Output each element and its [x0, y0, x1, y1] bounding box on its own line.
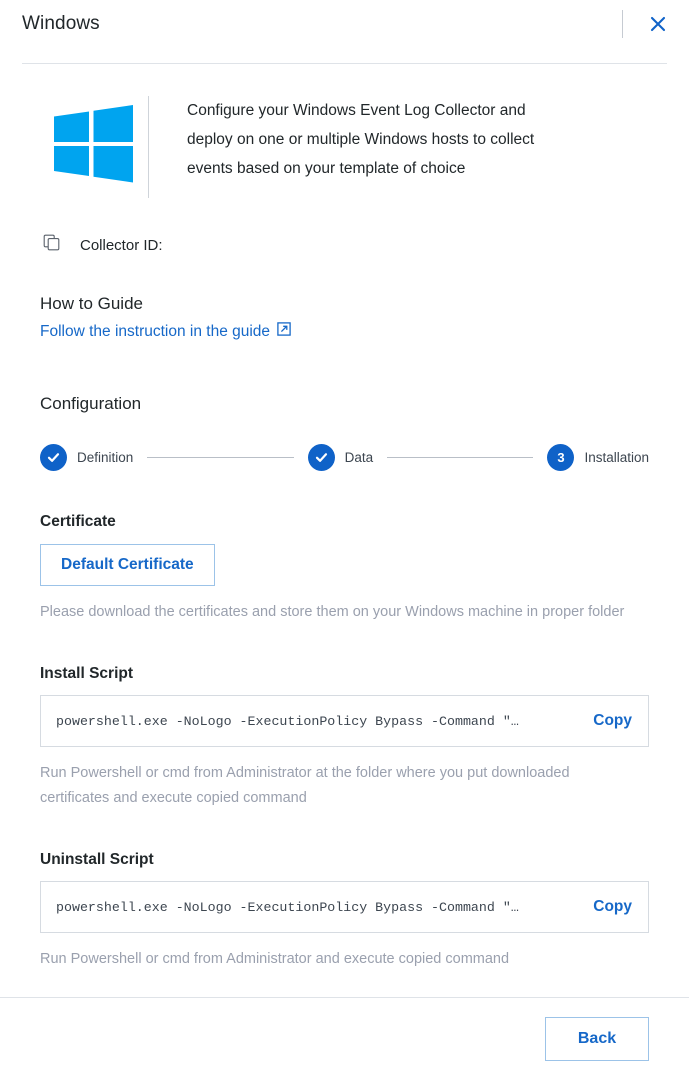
step-data[interactable]: Data — [307, 444, 374, 471]
modal-footer: Back — [0, 998, 689, 1079]
uninstall-script-heading: Uninstall Script — [40, 851, 154, 868]
how-to-guide-heading: How to Guide — [40, 294, 143, 313]
copy-icon[interactable] — [43, 234, 60, 256]
collector-id-row[interactable]: Collector ID: — [43, 234, 649, 256]
modal-body: Configure your Windows Event Log Collect… — [0, 64, 689, 972]
header-divider — [622, 10, 623, 38]
step-connector-1 — [147, 457, 294, 458]
step-data-label: Data — [344, 450, 374, 465]
configuration-heading: Configuration — [40, 394, 142, 413]
install-script-box[interactable]: powershell.exe -NoLogo -ExecutionPolicy … — [40, 695, 649, 747]
guide-link[interactable]: Follow the instruction in the guide — [40, 322, 291, 341]
install-script-copy-button[interactable]: Copy — [593, 712, 632, 730]
uninstall-script-section: Uninstall Script powershell.exe -NoLogo … — [40, 851, 649, 972]
configuration-section: Configuration Definition Data 3 Installa… — [40, 394, 649, 471]
certificate-helper-text: Please download the certificates and sto… — [40, 604, 625, 620]
windows-logo-icon — [40, 96, 148, 184]
intro-description: Configure your Windows Event Log Collect… — [187, 102, 535, 177]
certificate-section: Certificate Default Certificate Please d… — [40, 513, 649, 625]
how-to-guide-section: How to Guide Follow the instruction in t… — [40, 294, 649, 341]
install-script-section: Install Script powershell.exe -NoLogo -E… — [40, 665, 649, 811]
guide-link-label: Follow the instruction in the guide — [40, 322, 271, 340]
back-button[interactable]: Back — [545, 1016, 649, 1061]
step-definition-marker — [40, 444, 67, 471]
certificate-heading: Certificate — [40, 513, 116, 530]
collector-id-label: Collector ID: — [80, 236, 163, 254]
uninstall-script-command: powershell.exe -NoLogo -ExecutionPolicy … — [56, 899, 519, 915]
install-script-command: powershell.exe -NoLogo -ExecutionPolicy … — [56, 713, 519, 729]
intro-section: Configure your Windows Event Log Collect… — [40, 64, 649, 198]
step-installation-marker: 3 — [547, 444, 575, 471]
configuration-stepper: Definition Data 3 Installation — [40, 444, 649, 471]
modal-header: Windows — [0, 0, 689, 48]
step-definition-label: Definition — [77, 450, 134, 465]
close-icon[interactable] — [645, 11, 671, 37]
header-actions — [622, 6, 671, 42]
step-installation[interactable]: 3 Installation — [547, 444, 649, 471]
step-definition[interactable]: Definition — [40, 444, 133, 471]
uninstall-script-box[interactable]: powershell.exe -NoLogo -ExecutionPolicy … — [40, 881, 649, 933]
uninstall-script-copy-button[interactable]: Copy — [593, 898, 632, 916]
step-installation-label: Installation — [584, 450, 650, 465]
install-script-heading: Install Script — [40, 665, 134, 682]
page-title: Windows — [22, 13, 100, 34]
external-link-icon — [277, 322, 291, 341]
step-connector-2 — [387, 457, 534, 458]
uninstall-script-helper-text: Run Powershell or cmd from Administrator… — [40, 951, 510, 967]
install-script-helper-text: Run Powershell or cmd from Administrator… — [40, 765, 570, 806]
default-certificate-button[interactable]: Default Certificate — [40, 544, 215, 586]
step-data-marker — [307, 444, 335, 471]
